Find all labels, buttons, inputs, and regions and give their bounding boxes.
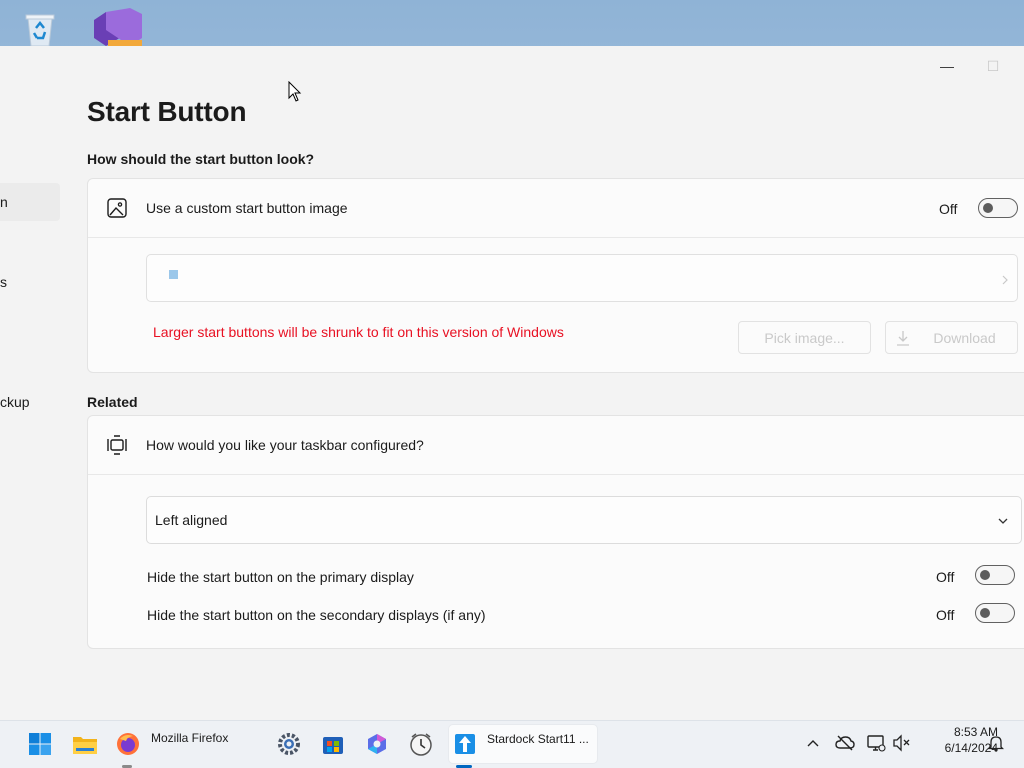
nav-item-start-button[interactable]: n	[0, 194, 8, 210]
toggle-knob	[983, 203, 993, 213]
download-icon	[897, 331, 909, 346]
custom-image-card: Use a custom start button image Off Larg…	[87, 178, 1024, 373]
network-icon[interactable]	[866, 733, 886, 753]
hide-primary-toggle[interactable]	[975, 565, 1015, 585]
maximize-button[interactable]: ☐	[970, 52, 1016, 80]
hide-primary-label: Hide the start button on the primary dis…	[147, 569, 414, 585]
related-section-label: Related	[87, 394, 138, 410]
minimize-button[interactable]: —	[924, 52, 970, 80]
download-button[interactable]: Download	[885, 321, 1018, 354]
image-preview-box[interactable]	[146, 254, 1018, 302]
notification-bell-icon[interactable]	[986, 733, 1006, 753]
volume-muted-icon[interactable]	[892, 733, 912, 753]
start-button-preview-icon	[169, 270, 178, 279]
start11-settings-window: — ☐ n s ckup Start Button How should the…	[0, 46, 1024, 720]
chevron-down-icon	[998, 518, 1008, 524]
minimize-icon: —	[940, 58, 954, 74]
divider	[88, 474, 1024, 475]
page-title: Start Button	[87, 96, 247, 127]
nav-item-settings[interactable]: s	[0, 274, 7, 290]
divider	[88, 237, 1024, 238]
clock-app-icon[interactable]	[406, 729, 436, 759]
taskbar-config-question: How would you like your taskbar configur…	[146, 437, 424, 453]
look-section-label: How should the start button look?	[87, 151, 315, 167]
recycle-bin-icon[interactable]	[20, 8, 60, 48]
mouse-cursor-icon	[288, 81, 302, 102]
hide-secondary-toggle[interactable]	[975, 603, 1015, 623]
pick-image-label: Pick image...	[764, 329, 845, 346]
custom-image-toggle-state: Off	[939, 201, 958, 217]
taskbar-config-row[interactable]: How would you like your taskbar configur…	[88, 416, 1024, 474]
settings-icon[interactable]	[274, 729, 304, 759]
chevron-right-icon	[1002, 275, 1008, 285]
taskbar-alignment-dropdown[interactable]: Left aligned	[146, 496, 1022, 544]
visual-studio-pdf-icon[interactable]	[90, 8, 142, 50]
start11-taskbar-label[interactable]: Stardock Start11 ...	[487, 732, 589, 746]
custom-image-row: Use a custom start button image Off	[88, 179, 1024, 237]
toggle-knob	[980, 608, 990, 618]
nav-item-backup[interactable]: ckup	[0, 394, 30, 410]
windows-taskbar: Mozilla Firefox Stardock Start11 ... 8:5…	[0, 720, 1024, 768]
cloud-off-icon[interactable]	[835, 733, 855, 753]
start11-icon[interactable]	[450, 729, 480, 759]
download-label: Download	[933, 329, 996, 346]
file-explorer-icon[interactable]	[70, 729, 100, 759]
windows-start-icon[interactable]	[25, 729, 55, 759]
copilot-icon[interactable]	[362, 729, 392, 759]
toggle-knob	[980, 570, 990, 580]
image-icon	[106, 197, 128, 219]
shrink-warning-text: Larger start buttons will be shrunk to f…	[153, 324, 564, 340]
taskbar-alignment-value: Left aligned	[155, 512, 228, 528]
chevron-up-icon[interactable]	[803, 733, 823, 753]
pick-image-button[interactable]: Pick image...	[738, 321, 871, 354]
hide-primary-toggle-state: Off	[936, 569, 955, 585]
taskbar-config-card: How would you like your taskbar configur…	[87, 415, 1024, 649]
custom-image-label: Use a custom start button image	[146, 200, 348, 216]
microsoft-store-icon[interactable]	[318, 729, 348, 759]
firefox-taskbar-label[interactable]: Mozilla Firefox	[151, 731, 228, 745]
hide-secondary-label: Hide the start button on the secondary d…	[147, 607, 486, 623]
firefox-icon[interactable]	[113, 729, 143, 759]
hide-secondary-toggle-state: Off	[936, 607, 955, 623]
maximize-icon: ☐	[986, 57, 1000, 74]
taskbar-layout-icon	[106, 434, 128, 456]
custom-image-toggle[interactable]	[978, 198, 1018, 218]
nav-selected-item-bg	[0, 183, 60, 221]
